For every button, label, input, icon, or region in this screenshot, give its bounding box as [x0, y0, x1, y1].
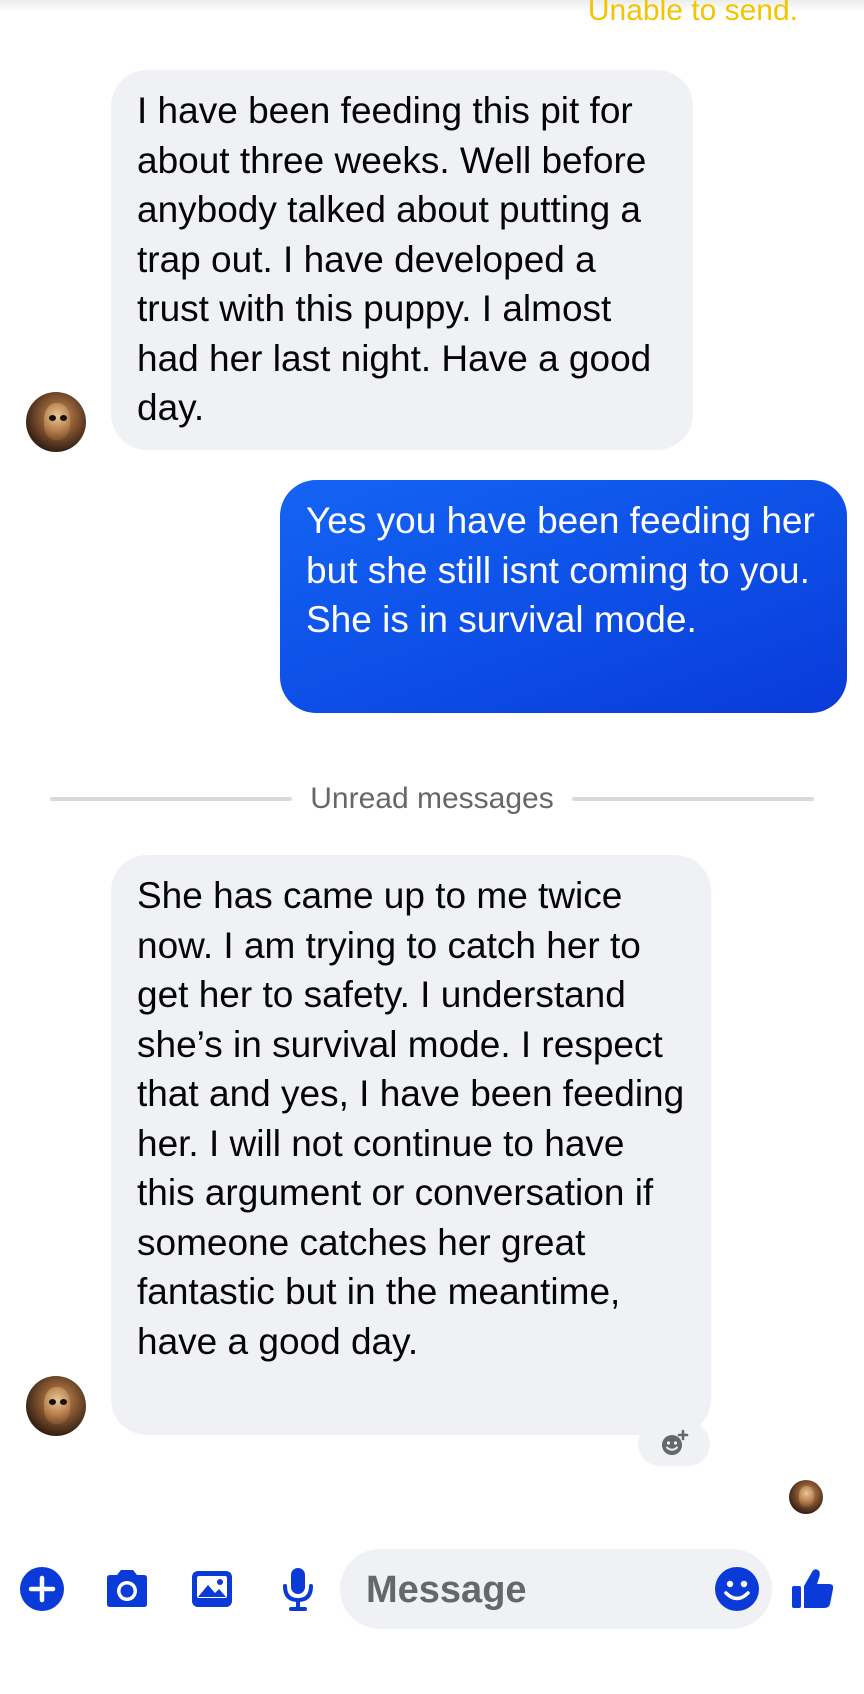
avatar-photo-eye: [59, 414, 67, 421]
emoji-button[interactable]: [714, 1566, 760, 1612]
avatar-photo-face: [44, 402, 71, 440]
avatar-photo-face: [44, 1386, 71, 1424]
voice-message-button[interactable]: [270, 1561, 326, 1617]
incoming-message-bubble[interactable]: I have been feeding this pit for about t…: [111, 70, 693, 450]
gallery-button[interactable]: [184, 1561, 240, 1617]
outgoing-message-bubble[interactable]: Yes you have been feeding her but she st…: [280, 480, 847, 713]
avatar-photo-eye: [59, 1398, 67, 1405]
seen-receipt-avatar: [789, 1480, 823, 1514]
incoming-message-bubble[interactable]: She has came up to me twice now. I am tr…: [111, 855, 711, 1435]
image-gallery-icon: [192, 1571, 232, 1607]
divider-line: [571, 797, 814, 801]
message-composer: [0, 1544, 864, 1634]
contact-avatar[interactable]: [26, 1376, 86, 1436]
message-field[interactable]: [340, 1549, 772, 1631]
message-input[interactable]: [364, 1549, 698, 1631]
avatar-photo-eye: [48, 1398, 56, 1405]
send-status-text: Unable to send.: [587, 0, 798, 27]
camera-icon: [107, 1570, 147, 1607]
microphone-icon: [283, 1568, 313, 1611]
avatar-photo-face: [799, 1486, 815, 1508]
add-reaction-icon: [662, 1429, 689, 1455]
contact-avatar[interactable]: [26, 392, 86, 452]
unread-messages-divider: Unread messages: [50, 782, 814, 816]
thumbs-up-icon: [792, 1569, 834, 1608]
like-button[interactable]: [785, 1561, 841, 1617]
unread-messages-label: Unread messages: [310, 782, 554, 815]
more-actions-button[interactable]: [14, 1561, 70, 1617]
camera-button[interactable]: [99, 1561, 155, 1617]
avatar-photo-eye: [48, 414, 56, 421]
smiley-icon: [715, 1567, 759, 1611]
plus-circle-icon: [20, 1567, 64, 1611]
add-reaction-button[interactable]: [638, 1422, 710, 1466]
divider-line: [50, 797, 293, 801]
